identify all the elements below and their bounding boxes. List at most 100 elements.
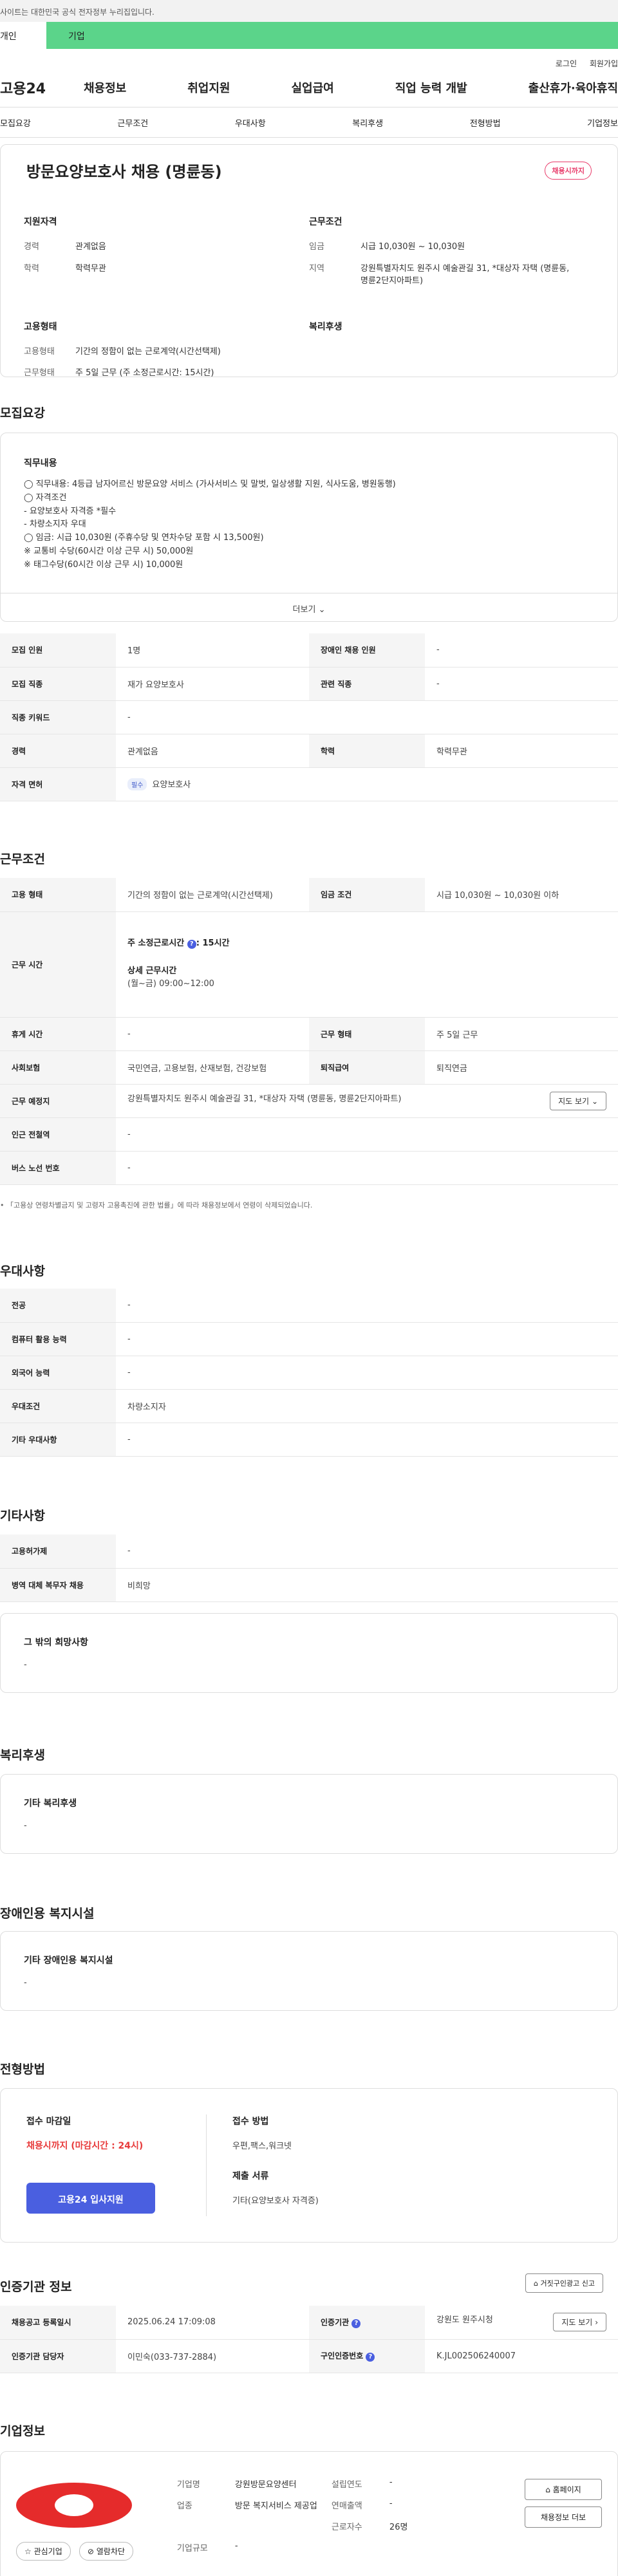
site-logo[interactable]: 고용24 xyxy=(0,77,84,98)
cell-label: 구인인증번호 ? xyxy=(309,2339,425,2373)
anchor-pref[interactable]: 우대사항 xyxy=(235,117,266,129)
cell-value: 1명 xyxy=(116,633,309,667)
gnb-training[interactable]: 직업 능력 개발 xyxy=(395,79,467,96)
more-label: 더보기 xyxy=(292,605,316,615)
size-value: - xyxy=(234,2541,238,2551)
cell-label: 근무 형태 xyxy=(309,1017,425,1051)
homepage-button[interactable]: ⌂ 홈페이지 xyxy=(525,2479,602,2500)
cell-label: 학력 xyxy=(309,734,425,768)
company-logo xyxy=(16,2483,132,2528)
cell-value: - xyxy=(116,1151,618,1185)
tab-individual[interactable]: 개인 xyxy=(0,22,46,49)
table-row: 버스 노선 번호 - xyxy=(0,1151,618,1185)
homepage-label: 홈페이지 xyxy=(552,2485,581,2494)
age-note: • 「고용상 연령차별금지 및 고령자 고용촉진에 관한 법률」에 따라 채용정… xyxy=(0,1201,313,1209)
apply-button[interactable]: 고용24 입사지원 xyxy=(26,2183,155,2214)
auth-map-button[interactable]: 지도 보기 › xyxy=(553,2313,606,2332)
anchor-apply[interactable]: 전형방법 xyxy=(470,117,501,129)
cell-label: 퇴직급여 xyxy=(309,1050,425,1085)
cell-value: - xyxy=(425,667,618,701)
cell-value: 필수 요양보호사 xyxy=(116,767,618,801)
table-row: 근무 예정지 강원특별자치도 원주시 예술관길 31, *대상자 자택 (명륜동,… xyxy=(0,1084,618,1118)
org-label: 인증기관 xyxy=(321,2317,350,2327)
emp-type-value: 기간의 정함이 없는 근로계약(시간선택제) xyxy=(75,346,221,357)
org-value: 강원도 원주시청 xyxy=(436,2315,493,2326)
welfare-box-value: - xyxy=(24,1821,27,1831)
auth-table: 채용공고 등록일시 2025.06.24 17:09:08 인증기관 ? 강원도 원주… xyxy=(0,2306,618,2373)
cell-label: 외국어 능력 xyxy=(0,1356,116,1390)
info-icon[interactable]: ? xyxy=(366,2353,375,2362)
report-label: 거짓구인광고 신고 xyxy=(540,2279,595,2288)
more-jobs-button[interactable]: 채용정보 더보 xyxy=(525,2506,602,2528)
cell-label: 모집 직종 xyxy=(0,667,116,701)
welfare-title: 복리후생 xyxy=(0,1748,45,1762)
anchor-work[interactable]: 근무조건 xyxy=(117,117,148,129)
cell-label: 모집 인원 xyxy=(0,633,116,667)
time-hours: : 15시간 xyxy=(196,938,230,948)
cond-wage-label: 임금 xyxy=(309,242,324,252)
etc-box-value: - xyxy=(24,1660,27,1670)
gnb-leave[interactable]: 출산휴가·육아휴직 xyxy=(529,79,618,96)
join-link[interactable]: 회원가입 xyxy=(590,59,618,68)
emp-heading: 고용형태 xyxy=(24,321,57,332)
anchor-welfare[interactable]: 복리후생 xyxy=(352,117,383,129)
method-value: 우편,팩스,워크넷 xyxy=(232,2142,292,2151)
global-nav: 고용24 채용정보 취업지원 실업급여 직업 능력 개발 출산휴가·육아휴직 xyxy=(0,68,618,107)
cell-value: 주 5일 근무 xyxy=(425,1017,618,1051)
cell-label: 병역 대체 복무자 채용 xyxy=(0,1568,116,1602)
info-icon[interactable]: ? xyxy=(351,2319,361,2328)
favorite-button[interactable]: ☆ 관심기업 xyxy=(16,2542,71,2561)
cell-value: 2025.06.24 17:09:08 xyxy=(116,2306,309,2340)
login-link[interactable]: 로그인 xyxy=(556,59,577,68)
cell-label: 근무 예정지 xyxy=(0,1084,116,1118)
table-row: 외국어 능력 - xyxy=(0,1356,618,1390)
gnb-jobs[interactable]: 채용정보 xyxy=(84,79,126,96)
cell-value: 재가 요양보호사 xyxy=(116,667,309,701)
util-bar: 로그인 회원가입 xyxy=(0,49,618,68)
no-label: 구인인증번호 xyxy=(321,2351,364,2360)
cond-wage-value: 시급 10,030원 ~ 10,030원 xyxy=(360,242,465,252)
job-title: 방문요양보호사 채용 (명륜동) xyxy=(26,163,222,181)
welfare-box: 기타 복리후생 - xyxy=(0,1774,618,1854)
pref-title: 우대사항 xyxy=(0,1264,45,1278)
gnb-support[interactable]: 취업지원 xyxy=(187,79,230,96)
empty-label xyxy=(177,2520,235,2532)
cell-label: 기타 우대사항 xyxy=(0,1423,116,1457)
table-row: 우대조건 차량소지자 xyxy=(0,1389,618,1423)
block-button[interactable]: ⊘ 열람차단 xyxy=(79,2542,133,2561)
gnb-benefit[interactable]: 실업급여 xyxy=(292,79,334,96)
empty-value xyxy=(235,2520,332,2532)
table-row: 컴퓨터 활용 능력 - xyxy=(0,1322,618,1356)
cell-value: 주 소정근로시간 ?: 15시간 상세 근무시간 (월~금) 09:00~12:… xyxy=(116,911,618,1018)
more-button[interactable]: 더보기 ⌄ xyxy=(1,593,617,621)
cell-label: 자격 면허 xyxy=(0,767,116,801)
revenue-label: 연매출액 xyxy=(331,2501,362,2511)
welfare-box-title: 기타 복리후생 xyxy=(24,1798,77,1809)
map-button[interactable]: 지도 보기 ⌄ xyxy=(550,1091,606,1110)
doc-value: 기타(요양보호사 자격증) xyxy=(232,2196,319,2206)
anchor-company[interactable]: 기업정보 xyxy=(587,117,618,129)
cell-value: 강원특별자치도 원주시 예술관길 31, *대상자 자택 (명륜동, 명륜2단지… xyxy=(116,1084,618,1118)
cell-value: 이민숙(033-737-2884) xyxy=(116,2339,309,2373)
info-icon[interactable]: ? xyxy=(187,939,196,949)
revenue-value: - xyxy=(389,2499,393,2508)
qual-career-label: 경력 xyxy=(24,242,39,252)
size-label: 기업규모 xyxy=(176,2544,208,2553)
required-tag: 필수 xyxy=(127,778,147,790)
emp-form-value: 주 5일 근무 (주 소정근로시간: 15시간) xyxy=(75,368,214,378)
cell-label: 컴퓨터 활용 능력 xyxy=(0,1322,116,1356)
report-button[interactable]: ⌂ 거짓구인광고 신고 xyxy=(525,2273,603,2293)
desc-line: ◯ 직무내용: 4등급 남자어르신 방문요양 서비스 (가사서비스 및 말벗, … xyxy=(24,480,396,489)
qual-career-value: 관계없음 xyxy=(75,242,106,252)
table-row: 모집 인원 1명 장애인 채용 인원 - xyxy=(0,633,618,667)
table-row: 병역 대체 복무자 채용 비희망 xyxy=(0,1568,618,1602)
anchor-recruit[interactable]: 모집요강 xyxy=(0,117,31,129)
tab-company[interactable]: 기업 xyxy=(46,22,618,49)
star-icon: ☆ xyxy=(24,2547,32,2556)
home-icon: ⌂ xyxy=(545,2485,550,2494)
table-row: 자격 면허 필수 요양보호사 xyxy=(0,767,618,801)
doc-title: 제출 서류 xyxy=(232,2171,269,2181)
emp-type-label: 고용형태 xyxy=(24,346,55,357)
work-title: 근무조건 xyxy=(0,852,45,866)
cell-value: 강원도 원주시청 지도 보기 › xyxy=(425,2306,618,2340)
